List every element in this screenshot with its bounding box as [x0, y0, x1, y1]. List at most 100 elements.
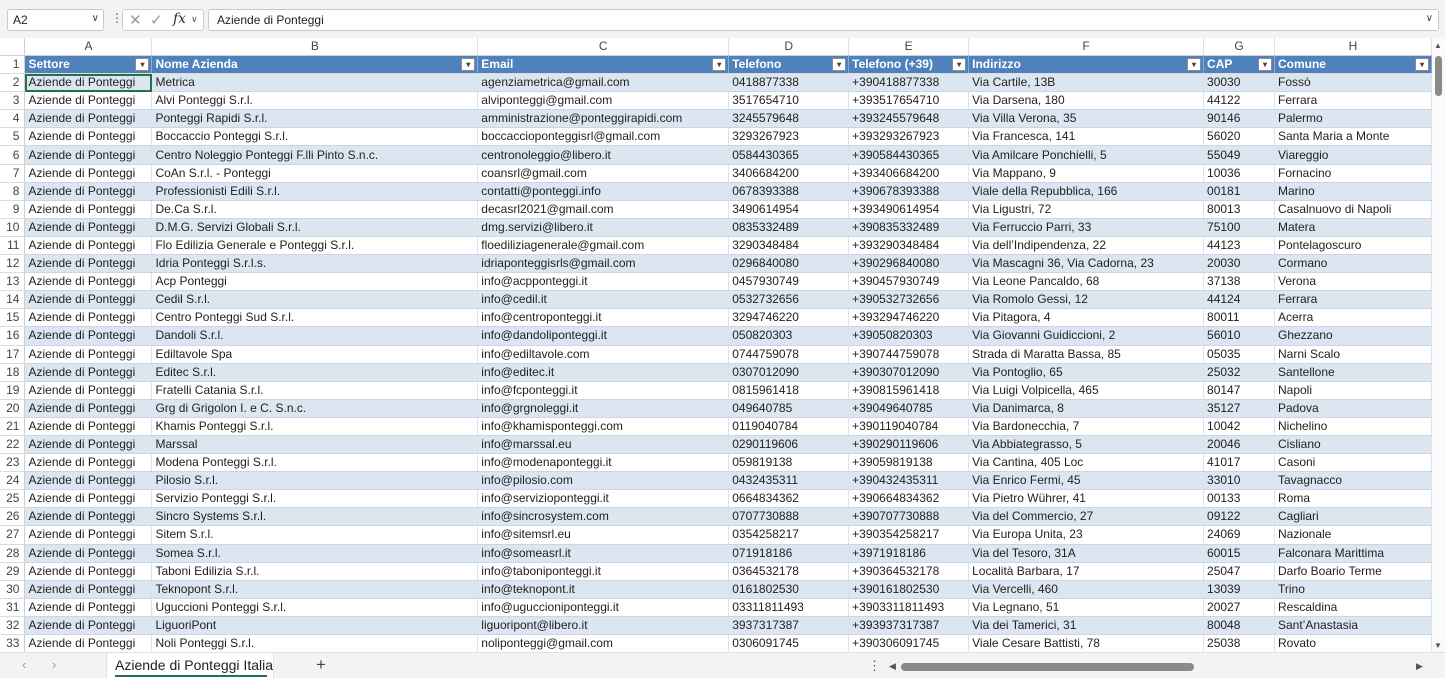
- table-cell[interactable]: Falconara Marittima: [1274, 544, 1432, 563]
- table-cell[interactable]: Via Francesca, 141: [968, 127, 1205, 147]
- table-cell[interactable]: Aziende di Ponteggi: [24, 399, 153, 418]
- table-cell[interactable]: 44124: [1203, 290, 1275, 310]
- table-cell[interactable]: Aziende di Ponteggi: [24, 471, 153, 491]
- row-header[interactable]: 30: [0, 580, 26, 599]
- table-cell[interactable]: Cagliari: [1274, 507, 1432, 527]
- column-header[interactable]: B: [151, 38, 479, 56]
- table-cell[interactable]: +393937317387: [848, 616, 970, 636]
- table-cell[interactable]: Metrica: [151, 73, 479, 93]
- table-cell[interactable]: Cisliano: [1274, 435, 1432, 455]
- table-cell[interactable]: Fornacino: [1274, 164, 1432, 183]
- table-cell[interactable]: info@editec.it: [477, 363, 730, 382]
- table-cell[interactable]: 0161802530: [728, 580, 850, 599]
- row-header[interactable]: 10: [0, 218, 26, 237]
- table-cell[interactable]: 3937317387: [728, 616, 850, 636]
- table-cell[interactable]: +390707730888: [848, 507, 970, 527]
- table-cell[interactable]: 25047: [1203, 562, 1275, 581]
- plus-icon[interactable]: +: [316, 655, 326, 675]
- table-cell[interactable]: Aziende di Ponteggi: [24, 453, 153, 473]
- table-cell[interactable]: Via Pietro Wührer, 41: [968, 489, 1205, 509]
- table-cell[interactable]: 0307012090: [728, 363, 850, 382]
- table-cell[interactable]: +390161802530: [848, 580, 970, 599]
- table-cell[interactable]: 0815961418: [728, 381, 850, 400]
- table-cell[interactable]: 75100: [1203, 218, 1275, 237]
- chevron-right-icon[interactable]: ›: [52, 657, 56, 672]
- row-header[interactable]: 16: [0, 326, 26, 346]
- row-header[interactable]: 12: [0, 254, 26, 274]
- row-header[interactable]: 1: [0, 55, 26, 75]
- table-header-cell[interactable]: Settore ▾: [24, 55, 153, 75]
- table-cell[interactable]: +390457930749: [848, 272, 970, 292]
- table-cell[interactable]: 071918186: [728, 544, 850, 563]
- table-cell[interactable]: 0290119606: [728, 435, 850, 455]
- row-header[interactable]: 4: [0, 109, 26, 129]
- table-cell[interactable]: 3293267923: [728, 127, 850, 147]
- table-cell[interactable]: Rovato: [1274, 634, 1432, 652]
- table-cell[interactable]: 60015: [1203, 544, 1275, 563]
- row-header[interactable]: 6: [0, 145, 26, 165]
- table-cell[interactable]: 05035: [1203, 345, 1275, 364]
- check-icon[interactable]: ✓: [150, 11, 163, 29]
- row-header[interactable]: 7: [0, 164, 26, 183]
- table-cell[interactable]: 050820303: [728, 326, 850, 346]
- table-cell[interactable]: 00133: [1203, 489, 1275, 509]
- filter-dropdown-icon[interactable]: ▾: [952, 58, 967, 71]
- table-cell[interactable]: +393245579648: [848, 109, 970, 129]
- table-cell[interactable]: Aziende di Ponteggi: [24, 109, 153, 129]
- table-cell[interactable]: Centro Ponteggi Sud S.r.l.: [151, 308, 479, 328]
- table-cell[interactable]: Ediltavole Spa: [151, 345, 479, 364]
- row-header[interactable]: 18: [0, 363, 26, 382]
- table-cell[interactable]: centronoleggio@libero.it: [477, 145, 730, 165]
- table-cell[interactable]: Via Ligustri, 72: [968, 200, 1205, 219]
- table-cell[interactable]: Khamis Ponteggi S.r.l.: [151, 417, 479, 436]
- table-cell[interactable]: Roma: [1274, 489, 1432, 509]
- formula-input[interactable]: Aziende di Ponteggi ∨: [208, 9, 1439, 31]
- table-cell[interactable]: Flo Edilizia Generale e Ponteggi S.r.l.: [151, 236, 479, 256]
- table-cell[interactable]: info@teknopont.it: [477, 580, 730, 599]
- table-cell[interactable]: Matera: [1274, 218, 1432, 237]
- table-cell[interactable]: floediliziagenerale@gmail.com: [477, 236, 730, 256]
- table-cell[interactable]: Via Danimarca, 8: [968, 399, 1205, 418]
- table-cell[interactable]: +390678393388: [848, 182, 970, 201]
- chevron-down-icon[interactable]: ∨: [191, 14, 198, 25]
- table-cell[interactable]: Aziende di Ponteggi: [24, 91, 153, 111]
- table-cell[interactable]: +390532732656: [848, 290, 970, 310]
- scroll-up-icon[interactable]: ▲: [1434, 41, 1442, 50]
- table-cell[interactable]: +390664834362: [848, 489, 970, 509]
- table-cell[interactable]: Aziende di Ponteggi: [24, 145, 153, 165]
- table-cell[interactable]: +39049640785: [848, 399, 970, 418]
- table-cell[interactable]: Aziende di Ponteggi: [24, 580, 153, 599]
- table-cell[interactable]: Sincro Systems S.r.l.: [151, 507, 479, 527]
- table-cell[interactable]: amministrazione@ponteggirapidi.com: [477, 109, 730, 129]
- column-header[interactable]: D: [728, 38, 850, 56]
- table-cell[interactable]: Aziende di Ponteggi: [24, 616, 153, 636]
- table-cell[interactable]: Via Pontoglio, 65: [968, 363, 1205, 382]
- row-header[interactable]: 11: [0, 236, 26, 256]
- table-cell[interactable]: info@ediltavole.com: [477, 345, 730, 364]
- table-cell[interactable]: Via Abbiategrasso, 5: [968, 435, 1205, 455]
- table-cell[interactable]: Aziende di Ponteggi: [24, 164, 153, 183]
- vertical-scrollbar[interactable]: ▲ ▼: [1432, 38, 1445, 652]
- table-cell[interactable]: Napoli: [1274, 381, 1432, 400]
- table-cell[interactable]: Aziende di Ponteggi: [24, 525, 153, 545]
- table-cell[interactable]: Via del Commercio, 27: [968, 507, 1205, 527]
- table-cell[interactable]: info@centroponteggi.it: [477, 308, 730, 328]
- column-header[interactable]: F: [968, 38, 1205, 56]
- row-header[interactable]: 14: [0, 290, 26, 310]
- table-cell[interactable]: Professionisti Edili S.r.l.: [151, 182, 479, 201]
- table-cell[interactable]: Via Amilcare Ponchielli, 5: [968, 145, 1205, 165]
- table-cell[interactable]: Ghezzano: [1274, 326, 1432, 346]
- table-cell[interactable]: +39050820303: [848, 326, 970, 346]
- table-cell[interactable]: Via Pitagora, 4: [968, 308, 1205, 328]
- table-cell[interactable]: info@marssal.eu: [477, 435, 730, 455]
- table-cell[interactable]: Via Mascagni 36, Via Cadorna, 23: [968, 254, 1205, 274]
- table-cell[interactable]: Via Europa Unita, 23: [968, 525, 1205, 545]
- table-cell[interactable]: +390307012090: [848, 363, 970, 382]
- filter-dropdown-icon[interactable]: ▾: [832, 58, 847, 71]
- table-cell[interactable]: 3294746220: [728, 308, 850, 328]
- filter-dropdown-icon[interactable]: ▾: [1257, 58, 1272, 71]
- table-cell[interactable]: info@uguccioniponteggi.it: [477, 598, 730, 617]
- table-cell[interactable]: Via Leone Pancaldo, 68: [968, 272, 1205, 292]
- table-cell[interactable]: +393490614954: [848, 200, 970, 219]
- column-header[interactable]: E: [848, 38, 970, 56]
